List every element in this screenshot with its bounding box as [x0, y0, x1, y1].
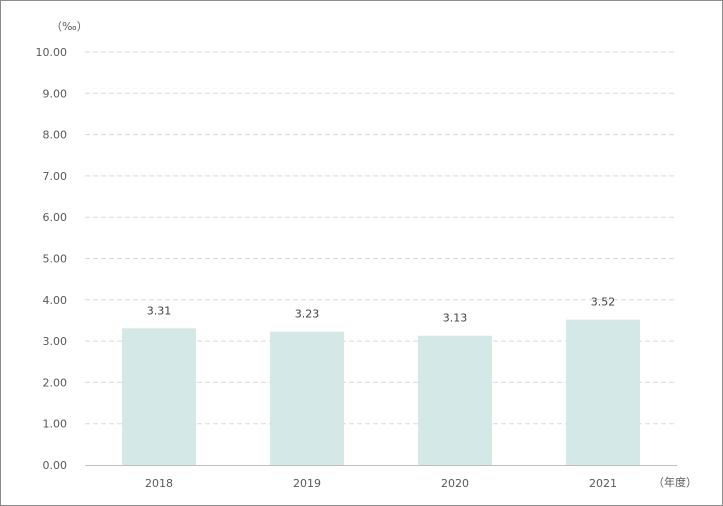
y-tick-label: 1.00 — [43, 418, 68, 431]
x-tick-label: 2018 — [145, 477, 173, 490]
y-tick-label: 2.00 — [43, 376, 68, 389]
bar — [270, 331, 344, 465]
y-tick-label: 8.00 — [43, 129, 68, 142]
bar — [122, 328, 196, 465]
x-tick-label: 2020 — [441, 477, 469, 490]
bar — [566, 319, 640, 465]
y-axis-ticks: 0.00 1.00 2.00 3.00 4.00 5.00 6.00 7.00 8.00 9.00… — [36, 46, 68, 472]
data-label: 3.23 — [295, 308, 320, 321]
y-tick-label: 5.00 — [43, 253, 68, 266]
y-tick-label: 3.00 — [43, 335, 68, 348]
y-axis-unit: （‰） — [51, 20, 88, 33]
bar — [418, 335, 492, 465]
y-tick-label: 0.00 — [43, 459, 68, 472]
data-label: 3.31 — [147, 304, 172, 317]
y-tick-label: 4.00 — [43, 294, 68, 307]
y-tick-label: 7.00 — [43, 170, 68, 183]
x-axis-unit: （年度） — [653, 475, 697, 489]
data-label: 3.13 — [443, 312, 468, 325]
y-tick-label: 10.00 — [36, 46, 68, 59]
y-tick-label: 9.00 — [43, 87, 68, 100]
bar-chart: 3.31 3.23 3.13 3.52 0.00 1.00 2.00 3.00 4.00 5.0… — [36, 20, 698, 490]
x-tick-label: 2019 — [293, 477, 321, 490]
chart-frame: 3.31 3.23 3.13 3.52 0.00 1.00 2.00 3.00 4.00 5.0… — [0, 0, 723, 506]
y-tick-label: 6.00 — [43, 211, 68, 224]
x-tick-label: 2021 — [589, 477, 617, 490]
data-label: 3.52 — [591, 296, 616, 309]
x-axis-ticks: 2018 2019 2020 2021 — [145, 477, 617, 490]
